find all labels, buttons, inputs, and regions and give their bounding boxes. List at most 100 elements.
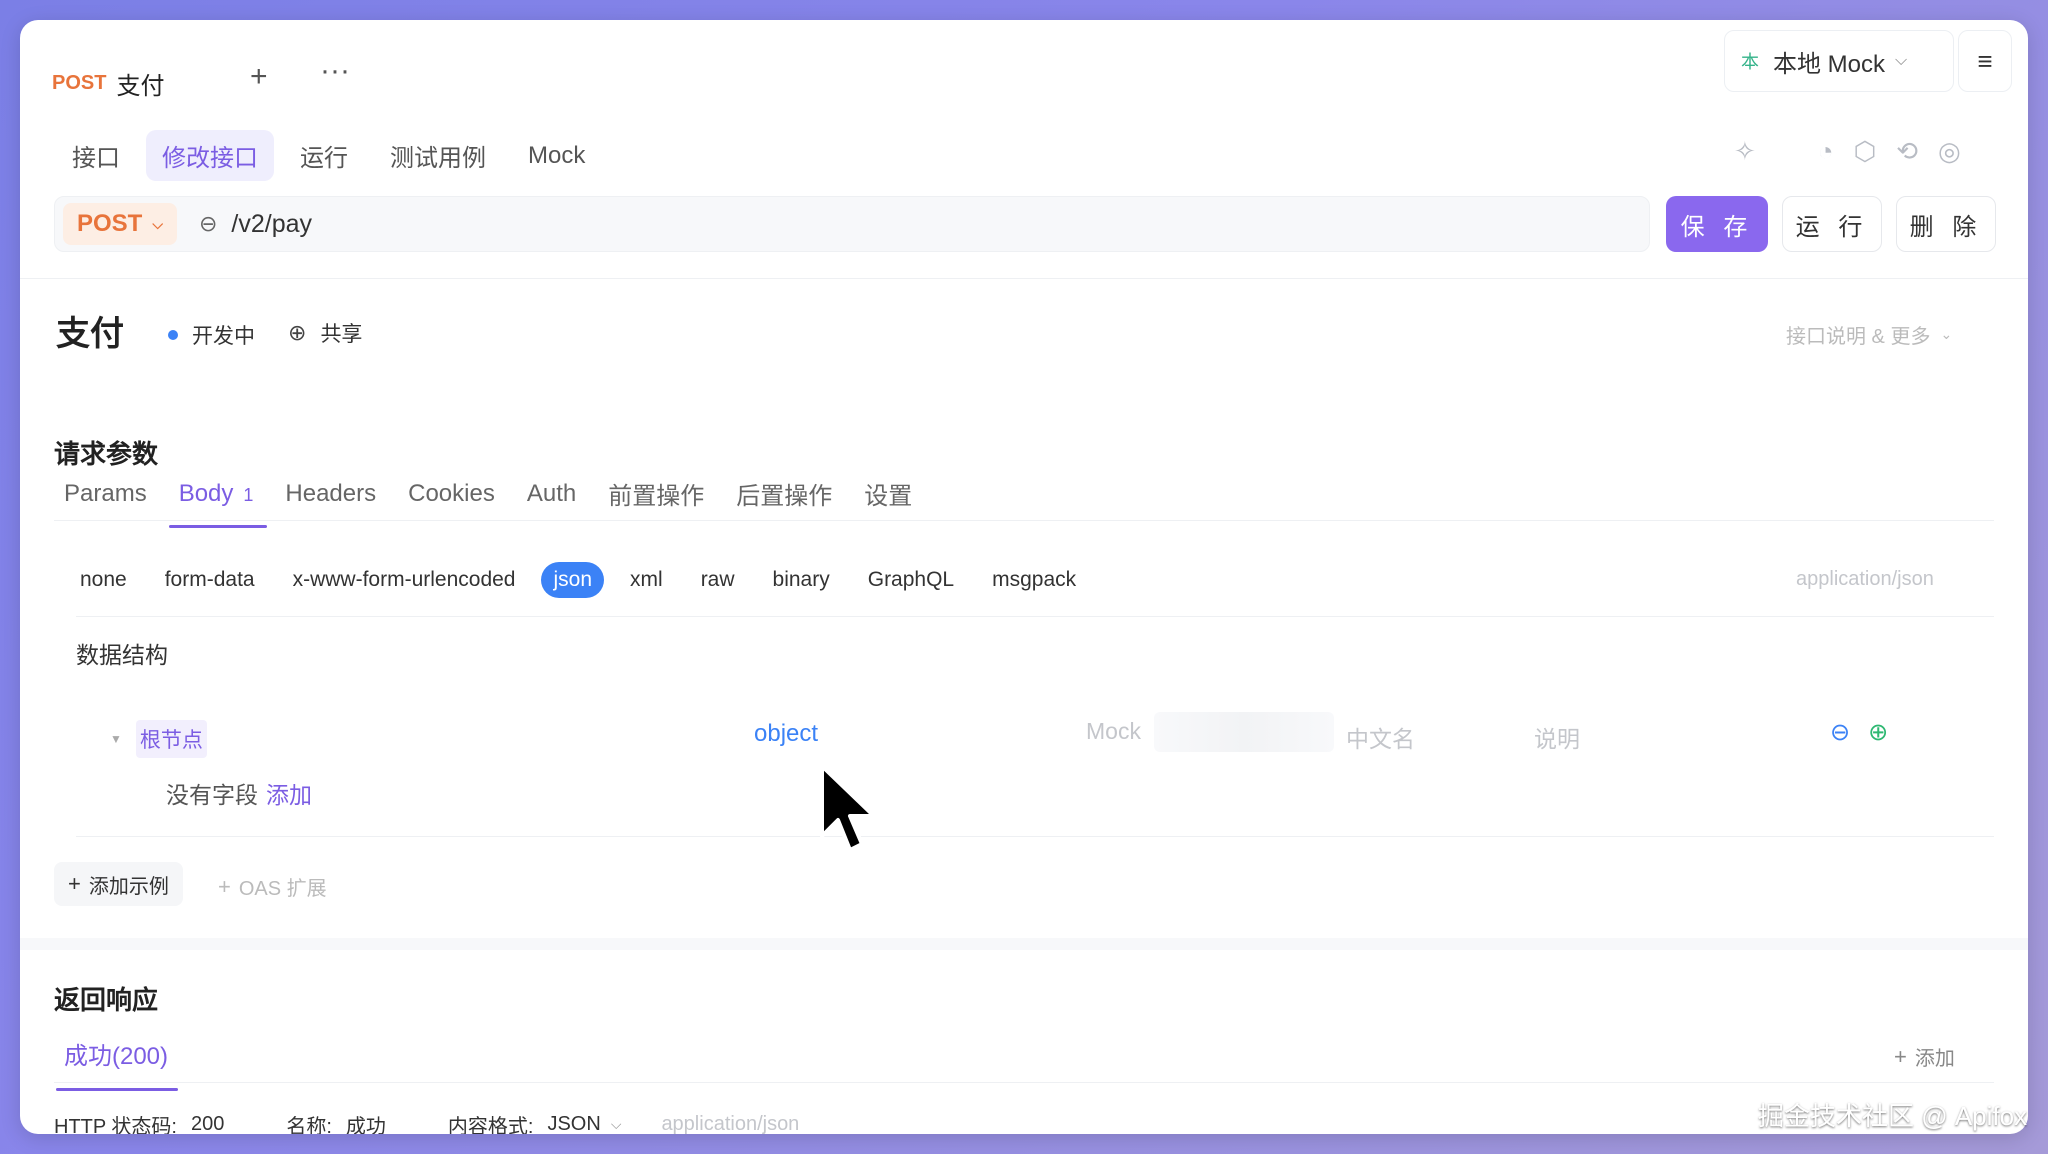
plus-icon[interactable]: +: [250, 60, 268, 94]
url-input[interactable]: /v2/pay: [231, 210, 312, 239]
empty-fields: 没有字段 添加: [166, 776, 312, 810]
add-response-label: 添加: [1914, 1048, 1955, 1070]
root-node-name: 根节点: [135, 720, 207, 758]
tab-body-count: 1: [243, 484, 254, 505]
magic-icon[interactable]: ✧: [1734, 136, 1756, 167]
env-badge: 本: [1741, 52, 1759, 72]
link-icon: ⊖: [198, 211, 218, 236]
body-type-selector: none form-data x-www-form-urlencoded jso…: [80, 562, 1114, 598]
plus-icon: +: [218, 873, 231, 899]
response-content-type: application/json: [661, 1113, 800, 1134]
param-tabs: Params Body 1 Headers Cookies Auth 前置操作 后…: [64, 476, 944, 531]
top-tabs: 接口 修改接口 运行 测试用例 Mock: [56, 130, 611, 181]
share-icon[interactable]: ⬡: [1854, 136, 1877, 167]
body-type-form-data[interactable]: form-data: [165, 562, 255, 598]
root-type[interactable]: object: [754, 720, 818, 748]
tab-pre-ops[interactable]: 前置操作: [608, 476, 704, 531]
divider: [76, 836, 1994, 837]
settings-icon[interactable]: ◎: [1938, 136, 1961, 167]
tab-body-label: Body: [178, 479, 234, 507]
response-meta: HTTP 状态码: 200 名称: 成功 内容格式: JSON ⌵ applic…: [54, 1110, 799, 1134]
tab-test-cases[interactable]: 测试用例: [374, 130, 502, 181]
description-input[interactable]: 说明: [1534, 720, 1580, 754]
history-icon[interactable]: ◔: [1818, 136, 1834, 167]
flow-icon[interactable]: ⟲: [1896, 136, 1918, 167]
method-value: POST: [77, 210, 143, 237]
tab-edit-interface[interactable]: 修改接口: [146, 130, 274, 181]
body-type-xml[interactable]: xml: [630, 562, 663, 598]
status-text: 开发中: [192, 325, 255, 348]
save-button[interactable]: 保 存: [1666, 196, 1768, 252]
chevron-down-icon: ⌵: [152, 215, 163, 232]
environment-select[interactable]: 本 本地 Mock ⌵: [1724, 30, 1954, 92]
app-window: POST 支付 + ··· 本 本地 Mock ⌵ ≡ 接口 修改接口 运行 测…: [20, 20, 2028, 1134]
mouse-cursor-icon: [820, 764, 876, 852]
body-type-json[interactable]: json: [541, 562, 605, 598]
content-format-select[interactable]: JSON: [547, 1113, 600, 1134]
run-button[interactable]: 运 行: [1782, 196, 1882, 252]
row-actions: ⊖ ⊕: [1830, 718, 1888, 747]
visibility-text: 共享: [320, 323, 363, 346]
env-label: 本地 Mock: [1773, 50, 1886, 78]
api-more-text: 接口说明 & 更多: [1786, 326, 1931, 348]
response-section-title: 返回响应: [54, 985, 159, 1015]
globe-icon: ⊕: [288, 320, 307, 345]
empty-text: 没有字段: [166, 782, 258, 808]
add-field-link[interactable]: 添加: [266, 776, 312, 810]
body-type-graphql[interactable]: GraphQL: [868, 562, 954, 598]
body-type-raw[interactable]: raw: [701, 562, 735, 598]
request-section-title: 请求参数: [54, 439, 159, 469]
status-dot: [168, 330, 178, 340]
tab-interface[interactable]: 接口: [56, 130, 136, 181]
api-more-link[interactable]: 接口说明 & 更多 ⌄: [1786, 320, 1952, 349]
response-name-label: 名称:: [286, 1116, 332, 1134]
double-chevron-icon: ⌄: [1940, 326, 1953, 342]
body-type-msgpack[interactable]: msgpack: [992, 562, 1076, 598]
method-select[interactable]: POST ⌵: [63, 203, 177, 245]
toolbar-icons: ✧ ◔ ⬡ ⟲ ◎: [1714, 136, 1961, 167]
hamburger-menu-icon[interactable]: ≡: [1958, 30, 2012, 92]
divider: [54, 520, 1994, 521]
chevron-down-icon: ⌵: [610, 1116, 622, 1132]
more-options-icon[interactable]: ⊖: [1830, 718, 1850, 747]
tab-mock[interactable]: Mock: [512, 134, 601, 178]
cn-name-input[interactable]: 中文名: [1346, 720, 1415, 754]
add-response-button[interactable]: + 添加: [1894, 1042, 1955, 1071]
body-type-binary[interactable]: binary: [773, 562, 830, 598]
delete-button[interactable]: 删 除: [1896, 196, 1996, 252]
more-icon[interactable]: ···: [320, 54, 350, 88]
body-type-none[interactable]: none: [80, 562, 127, 598]
schema-root-row[interactable]: ▼ 根节点: [110, 720, 207, 758]
tab-run[interactable]: 运行: [284, 130, 364, 181]
section-separator: [20, 938, 2028, 950]
response-name-value[interactable]: 成功: [346, 1110, 386, 1134]
content-format-label: 内容格式:: [447, 1116, 534, 1134]
plus-icon: +: [68, 871, 81, 896]
watermark: 掘金技术社区 @ Apifox: [1758, 1101, 2028, 1131]
caret-down-icon[interactable]: ▼: [110, 732, 122, 746]
mock-label: Mock: [1086, 718, 1141, 744]
api-name[interactable]: 支付: [56, 306, 124, 355]
status-badge[interactable]: 开发中: [168, 320, 255, 350]
visibility-badge[interactable]: ⊕ 共享: [288, 318, 362, 348]
tab-settings[interactable]: 设置: [864, 476, 912, 531]
tab-title: 支付: [116, 73, 165, 100]
status-code-label: HTTP 状态码:: [54, 1116, 177, 1134]
oas-ext-label: OAS 扩展: [238, 878, 327, 900]
tab-method: POST: [52, 72, 107, 94]
add-example-button[interactable]: + 添加示例: [54, 862, 183, 906]
content-type: application/json: [1796, 568, 1934, 590]
active-tab[interactable]: POST 支付: [52, 66, 164, 101]
add-child-icon[interactable]: ⊕: [1868, 718, 1888, 747]
body-type-urlencoded[interactable]: x-www-form-urlencoded: [293, 562, 516, 598]
schema-label: 数据结构: [76, 642, 168, 668]
divider: [76, 616, 1994, 617]
add-example-label: 添加示例: [88, 875, 169, 898]
mock-input[interactable]: [1154, 712, 1334, 752]
status-code-value[interactable]: 200: [191, 1113, 224, 1134]
divider: [54, 1082, 1994, 1083]
oas-extension-button[interactable]: + OAS 扩展: [218, 872, 327, 901]
chevron-down-icon: ⌵: [1895, 52, 1908, 69]
tab-post-ops[interactable]: 后置操作: [736, 476, 832, 531]
plus-icon: +: [1894, 1043, 1907, 1069]
